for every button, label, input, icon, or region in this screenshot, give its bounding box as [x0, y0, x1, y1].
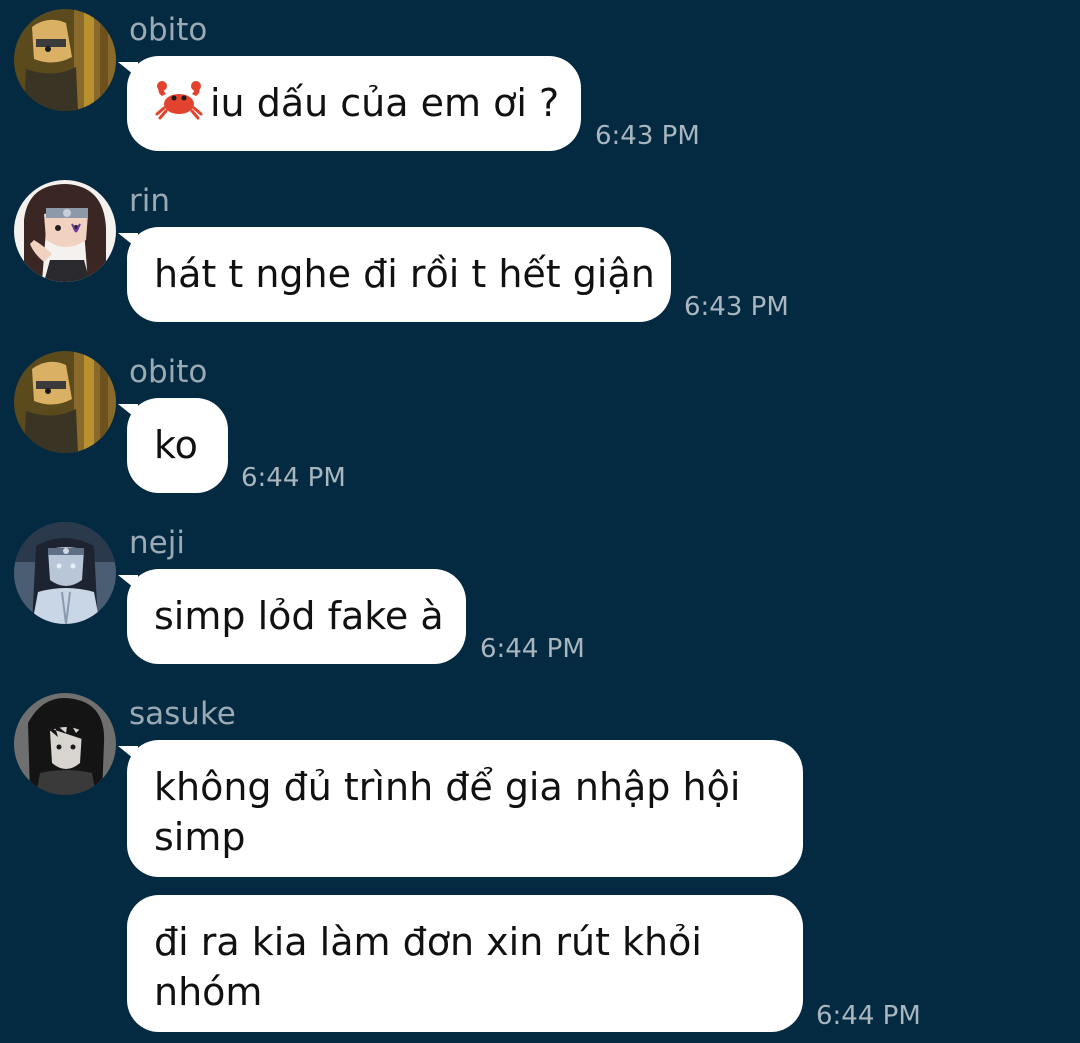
- message-bubble[interactable]: simp lỏd fake à: [127, 569, 466, 664]
- message-bubble[interactable]: ko: [127, 398, 228, 493]
- message-bubble[interactable]: đi ra kia làm đơn xin rút khỏi nhóm: [127, 895, 803, 1032]
- obito-avatar-icon[interactable]: [14, 351, 116, 453]
- crab-emoji-icon: [154, 78, 204, 122]
- neji-avatar-icon[interactable]: [14, 522, 116, 624]
- obito-avatar-icon[interactable]: [14, 9, 116, 111]
- message-timestamp: 6:44 PM: [816, 1001, 921, 1031]
- message-text: không đủ trình để gia nhập hội simp: [154, 765, 741, 859]
- sender-name: neji: [129, 525, 185, 561]
- message-text: đi ra kia làm đơn xin rút khỏi nhóm: [154, 920, 702, 1014]
- chat-thread: obito iu dấu của em ơi ? 6:43 PM rin hát…: [0, 0, 1080, 1043]
- sender-name: obito: [129, 12, 208, 48]
- message-text: iu dấu của em ơi ?: [210, 81, 560, 125]
- message-bubble[interactable]: không đủ trình để gia nhập hội simp: [127, 740, 803, 877]
- message-bubble[interactable]: iu dấu của em ơi ?: [127, 56, 581, 151]
- rin-avatar-icon[interactable]: [14, 180, 116, 282]
- sender-name: sasuke: [129, 696, 236, 732]
- sasuke-avatar-icon[interactable]: [14, 693, 116, 795]
- sender-name: rin: [129, 183, 171, 219]
- message-text: simp lỏd fake à: [154, 594, 444, 638]
- message-timestamp: 6:43 PM: [684, 292, 789, 322]
- message-timestamp: 6:44 PM: [241, 463, 346, 493]
- message-timestamp: 6:44 PM: [480, 634, 585, 664]
- message-bubble[interactable]: hát t nghe đi rồi t hết giận: [127, 227, 671, 322]
- message-timestamp: 6:43 PM: [595, 121, 700, 151]
- sender-name: obito: [129, 354, 208, 390]
- message-text: ko: [154, 423, 198, 467]
- message-text: hát t nghe đi rồi t hết giận: [154, 252, 655, 296]
